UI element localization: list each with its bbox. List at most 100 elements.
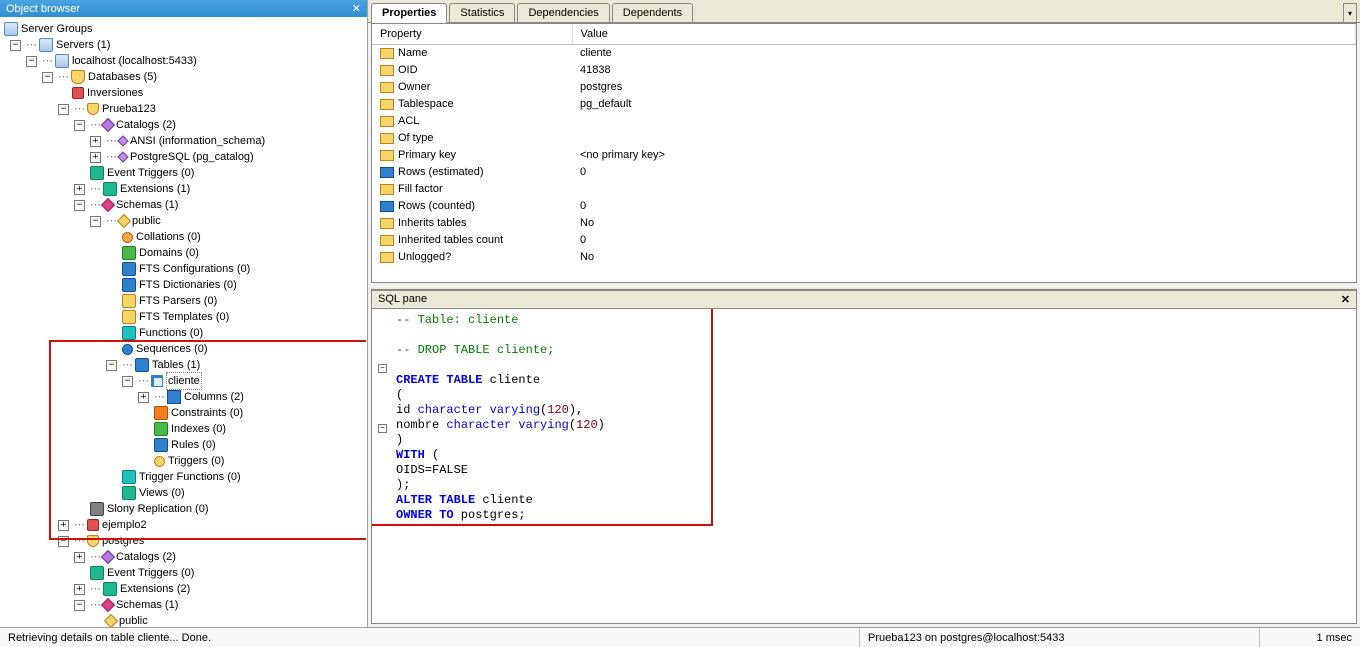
sql-pane[interactable]: − − -- Table: cliente -- DROP TABLE clie… [371,309,1357,624]
node-fts-templates[interactable]: FTS Templates (0) [139,309,229,325]
node-extensions[interactable]: Extensions (1) [120,181,190,197]
property-key: ACL [398,115,419,127]
col-value[interactable]: Value [572,24,1356,45]
node-columns[interactable]: Columns (2) [184,389,244,405]
property-row[interactable]: Fill factor [372,181,1356,198]
collapse-icon[interactable]: − [10,40,21,51]
node-fts-dict[interactable]: FTS Dictionaries (0) [139,277,237,293]
property-row[interactable]: OID41838 [372,62,1356,79]
collapse-icon[interactable]: − [106,360,117,371]
collapse-icon[interactable]: − [42,72,53,83]
node-schemas[interactable]: Schemas (1) [116,197,178,213]
property-value: 0 [572,232,1356,249]
node-triggers[interactable]: Triggers (0) [168,453,224,469]
property-row[interactable]: Rows (estimated)0 [372,164,1356,181]
node-databases[interactable]: Databases (5) [88,69,157,85]
properties-grid[interactable]: Property Value NameclienteOID41838Ownerp… [371,23,1357,283]
tab-statistics[interactable]: Statistics [449,3,515,22]
property-key: Name [398,47,427,59]
node-indexes[interactable]: Indexes (0) [171,421,226,437]
expand-icon[interactable]: + [90,136,101,147]
node-fts-parsers[interactable]: FTS Parsers (0) [139,293,217,309]
collapse-icon[interactable]: − [74,200,85,211]
close-icon[interactable]: ✕ [1341,293,1350,306]
node-pg-evtrig[interactable]: Event Triggers (0) [107,565,194,581]
node-inversiones[interactable]: Inversiones [87,85,143,101]
node-event-triggers[interactable]: Event Triggers (0) [107,165,194,181]
database-icon [72,87,84,99]
property-value: pg_default [572,96,1356,113]
expand-icon[interactable]: + [74,584,85,595]
property-row[interactable]: Namecliente [372,45,1356,62]
property-row[interactable]: Of type [372,130,1356,147]
collapse-icon[interactable]: − [26,56,37,67]
property-row[interactable]: Primary key<no primary key> [372,147,1356,164]
tab-menu-icon[interactable]: ▾ [1343,3,1357,23]
node-postgres[interactable]: postgres [102,533,144,549]
node-host[interactable]: localhost (localhost:5433) [72,53,197,69]
database-icon [87,103,99,115]
expand-icon[interactable]: + [74,184,85,195]
node-slony[interactable]: Slony Replication (0) [107,501,209,517]
node-ejemplo2[interactable]: ejemplo2 [102,517,147,533]
col-property[interactable]: Property [372,24,572,45]
node-collations[interactable]: Collations (0) [136,229,201,245]
collapse-icon[interactable]: − [58,536,69,547]
node-rules[interactable]: Rules (0) [171,437,216,453]
property-row[interactable]: Inherited tables count0 [372,232,1356,249]
node-cliente[interactable]: cliente [166,372,202,390]
expand-icon[interactable]: + [74,552,85,563]
databases-icon [71,70,85,84]
node-public[interactable]: public [132,213,161,229]
node-pg-schemas[interactable]: Schemas (1) [116,597,178,613]
node-views[interactable]: Views (0) [139,485,185,501]
functions-icon [122,326,136,340]
collapse-icon[interactable]: − [90,216,101,227]
collapse-icon[interactable]: − [58,104,69,115]
property-key: OID [398,64,418,76]
property-row[interactable]: Tablespacepg_default [372,96,1356,113]
property-key: Fill factor [398,183,443,195]
fold-icon[interactable]: − [378,364,387,373]
schema-icon [104,614,118,627]
node-domains[interactable]: Domains (0) [139,245,199,261]
expand-icon[interactable]: + [90,152,101,163]
node-pg-ext[interactable]: Extensions (2) [120,581,190,597]
property-row[interactable]: ACL [372,113,1356,130]
node-pg-catalog[interactable]: PostgreSQL (pg_catalog) [130,149,254,165]
node-constraints[interactable]: Constraints (0) [171,405,243,421]
node-prueba[interactable]: Prueba123 [102,101,156,117]
node-pg-public[interactable]: public [119,613,148,627]
fts-parsers-icon [122,294,136,308]
server-group-icon [4,22,18,36]
collapse-icon[interactable]: − [122,376,133,387]
node-tables[interactable]: Tables (1) [152,357,200,373]
node-fts-config[interactable]: FTS Configurations (0) [139,261,250,277]
property-row[interactable]: Inherits tablesNo [372,215,1356,232]
node-sequences[interactable]: Sequences (0) [136,341,208,357]
expand-icon[interactable]: + [138,392,149,403]
fold-icon[interactable]: − [378,424,387,433]
status-bar: Retrieving details on table cliente... D… [0,627,1360,647]
right-panel: Properties Statistics Dependencies Depen… [368,0,1360,627]
expand-icon[interactable]: + [58,520,69,531]
tab-properties[interactable]: Properties [371,3,447,23]
node-trigger-functions[interactable]: Trigger Functions (0) [139,469,241,485]
node-pg-catalogs[interactable]: Catalogs (2) [116,549,176,565]
property-icon [380,150,394,161]
node-ansi[interactable]: ANSI (information_schema) [130,133,265,149]
tab-dependents[interactable]: Dependents [612,3,693,22]
tab-dependencies[interactable]: Dependencies [517,3,609,22]
tree-view[interactable]: Server Groups −⋯ Servers (1) −⋯ localhos… [0,17,367,627]
node-servers[interactable]: Servers (1) [56,37,110,53]
property-row[interactable]: Unlogged?No [372,249,1356,266]
collapse-icon[interactable]: − [74,120,85,131]
collapse-icon[interactable]: − [74,600,85,611]
property-value: No [572,215,1356,232]
property-row[interactable]: Ownerpostgres [372,79,1356,96]
node-functions[interactable]: Functions (0) [139,325,203,341]
property-row[interactable]: Rows (counted)0 [372,198,1356,215]
node-catalogs[interactable]: Catalogs (2) [116,117,176,133]
node-server-groups[interactable]: Server Groups [21,21,93,37]
close-icon[interactable]: ✕ [352,2,361,15]
